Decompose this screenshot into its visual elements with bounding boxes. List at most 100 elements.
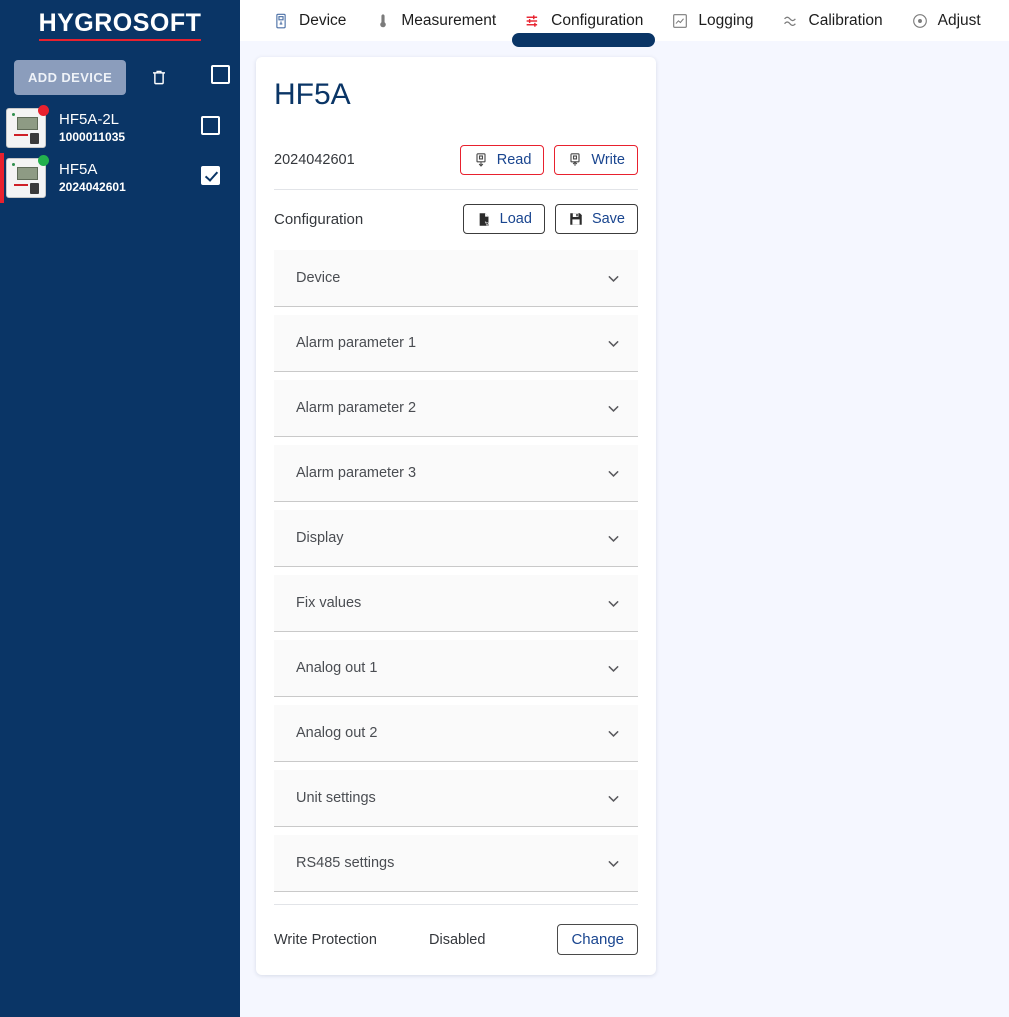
tab-calibration[interactable]: Calibration bbox=[768, 0, 897, 41]
write-upload-icon bbox=[570, 153, 580, 166]
lcd-screen bbox=[17, 117, 38, 130]
sidebar: HYGROSOFT ADD DEVICE HF5A-2L 1000011035 … bbox=[0, 0, 240, 1017]
brand-logo: HYGROSOFT bbox=[0, 0, 240, 41]
page-title: HF5A bbox=[274, 78, 351, 111]
content-area: HF5A 2024042601 Read Write Configuration… bbox=[240, 41, 1009, 975]
tab-calibration-label: Calibration bbox=[808, 11, 883, 29]
main-area: Device Measurement Configuration Logging… bbox=[240, 0, 1009, 1017]
write-button[interactable]: Write bbox=[554, 145, 638, 175]
tab-logging-label: Logging bbox=[698, 11, 754, 29]
connector-port bbox=[30, 133, 39, 144]
accordion-item-alarm-parameter-3[interactable]: Alarm parameter 3 bbox=[274, 445, 638, 502]
chevron-down-icon bbox=[608, 795, 619, 802]
accordion-item-alarm-parameter-1[interactable]: Alarm parameter 1 bbox=[274, 315, 638, 372]
chevron-down-icon bbox=[608, 860, 619, 867]
tab-measurement[interactable]: Measurement bbox=[360, 0, 510, 41]
app-root: HYGROSOFT ADD DEVICE HF5A-2L 1000011035 … bbox=[0, 0, 1009, 1017]
wave-icon bbox=[783, 16, 796, 26]
select-all-checkbox-wrap[interactable] bbox=[211, 65, 231, 89]
lcd-screen bbox=[17, 167, 38, 180]
device-list-item-0[interactable]: HF5A-2L 1000011035 bbox=[0, 103, 240, 153]
chevron-down-icon bbox=[608, 405, 619, 412]
write-button-label: Write bbox=[591, 152, 625, 168]
write-protection-value: Disabled bbox=[429, 931, 486, 948]
tab-configuration-label: Configuration bbox=[551, 11, 644, 29]
device-meta: HF5A-2L 1000011035 bbox=[59, 111, 201, 146]
status-dot-offline-icon bbox=[38, 105, 49, 116]
chevron-down-icon bbox=[608, 340, 619, 347]
accordion-item-alarm-parameter-2[interactable]: Alarm parameter 2 bbox=[274, 380, 638, 437]
accordion-label: Analog out 2 bbox=[296, 725, 378, 741]
status-dot-online-icon bbox=[38, 155, 49, 166]
accordion-item-analog-out-1[interactable]: Analog out 1 bbox=[274, 640, 638, 697]
device-name: HF5A bbox=[59, 160, 98, 178]
device-checkbox-wrap[interactable] bbox=[201, 166, 220, 190]
accordion-item-fix-values[interactable]: Fix values bbox=[274, 575, 638, 632]
write-protection-row: Write Protection Disabled Change bbox=[274, 904, 638, 955]
device-checkbox-wrap[interactable] bbox=[201, 116, 220, 140]
save-button-label: Save bbox=[591, 211, 625, 227]
connector-port bbox=[30, 183, 39, 194]
chevron-down-icon bbox=[608, 600, 619, 607]
accordion-label: Device bbox=[296, 270, 341, 286]
accordion-item-analog-out-2[interactable]: Analog out 2 bbox=[274, 705, 638, 762]
read-download-icon bbox=[476, 153, 486, 167]
thermometer-icon bbox=[380, 13, 387, 27]
device-thumbnail bbox=[6, 105, 49, 148]
load-button-label: Load bbox=[499, 211, 532, 227]
read-button[interactable]: Read bbox=[459, 145, 545, 175]
chart-log-icon bbox=[673, 13, 688, 28]
chevron-down-icon bbox=[608, 665, 619, 672]
brand-name: HYGROSOFT bbox=[38, 9, 202, 41]
brand-stripe bbox=[14, 134, 28, 136]
device-list-item-1[interactable]: HF5A 2024042601 bbox=[0, 153, 240, 203]
chevron-down-icon bbox=[608, 730, 619, 737]
select-all-checkbox[interactable] bbox=[211, 65, 231, 84]
serial-row: 2024042601 Read Write bbox=[274, 145, 638, 175]
write-protection-label: Write Protection bbox=[274, 931, 377, 948]
tab-configuration[interactable]: Configuration bbox=[510, 0, 657, 47]
change-button[interactable]: Change bbox=[557, 924, 638, 955]
tab-device-label: Device bbox=[299, 11, 347, 29]
add-device-button[interactable]: ADD DEVICE bbox=[14, 59, 127, 95]
tab-adjust-label: Adjust bbox=[937, 11, 981, 29]
accordion-label: Alarm parameter 3 bbox=[296, 465, 417, 481]
chevron-down-icon bbox=[608, 535, 619, 542]
device-name: HF5A-2L bbox=[59, 110, 120, 128]
accordion-label: RS485 settings bbox=[296, 855, 395, 871]
tab-device[interactable]: Device bbox=[258, 0, 360, 41]
accordion-label: Display bbox=[296, 530, 344, 546]
power-led-icon bbox=[12, 113, 15, 116]
trash-icon bbox=[153, 70, 166, 85]
accordion-item-device[interactable]: Device bbox=[274, 250, 638, 307]
tab-adjust[interactable]: Adjust bbox=[897, 0, 995, 41]
accordion-item-rs485-settings[interactable]: RS485 settings bbox=[274, 835, 638, 892]
tab-measurement-label: Measurement bbox=[401, 11, 497, 29]
sidebar-toolbar: ADD DEVICE bbox=[0, 41, 240, 97]
device-meter-icon bbox=[276, 13, 286, 28]
tab-logging[interactable]: Logging bbox=[657, 0, 767, 41]
load-button[interactable]: Load bbox=[462, 204, 545, 234]
device-checkbox[interactable] bbox=[201, 116, 220, 135]
power-led-icon bbox=[12, 163, 15, 166]
tab-bar: Device Measurement Configuration Logging… bbox=[240, 0, 1009, 47]
chevron-down-icon bbox=[608, 275, 619, 282]
delete-device-button[interactable] bbox=[146, 64, 172, 90]
device-serial: 2024042601 bbox=[59, 179, 126, 194]
device-meta: HF5A 2024042601 bbox=[59, 161, 201, 196]
brand-stripe bbox=[14, 184, 28, 186]
configuration-card: HF5A 2024042601 Read Write Configuration… bbox=[256, 57, 656, 975]
read-button-label: Read bbox=[496, 152, 532, 168]
accordion-label: Unit settings bbox=[296, 790, 376, 806]
accordion-item-display[interactable]: Display bbox=[274, 510, 638, 567]
configuration-label: Configuration bbox=[274, 210, 364, 228]
settings-accordion: Device Alarm parameter 1 Alarm parameter… bbox=[274, 250, 638, 892]
device-checkbox[interactable] bbox=[201, 166, 220, 185]
save-button[interactable]: Save bbox=[554, 204, 638, 234]
accordion-item-unit-settings[interactable]: Unit settings bbox=[274, 770, 638, 827]
accordion-label: Fix values bbox=[296, 595, 362, 611]
device-thumbnail bbox=[6, 155, 49, 198]
device-list: HF5A-2L 1000011035 HF5A 2024042601 bbox=[0, 103, 240, 203]
load-file-icon bbox=[479, 212, 490, 226]
chevron-down-icon bbox=[608, 470, 619, 477]
